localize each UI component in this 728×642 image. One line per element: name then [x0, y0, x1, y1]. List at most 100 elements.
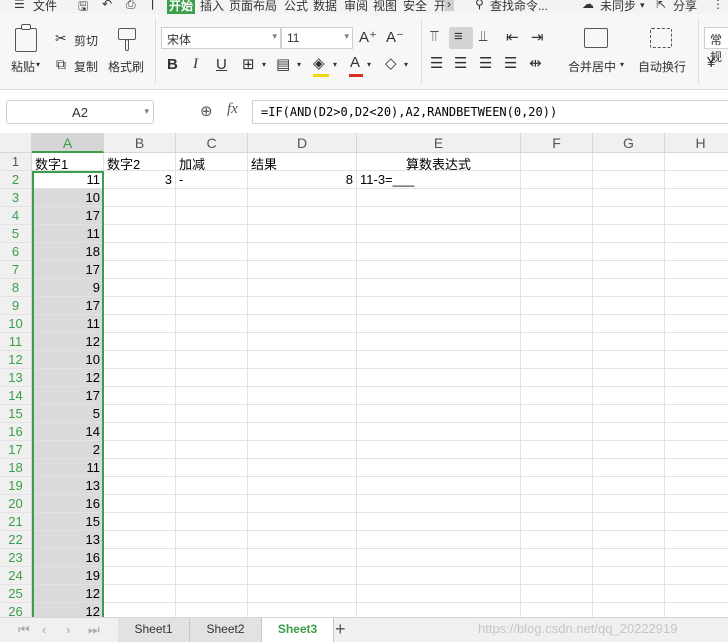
- cell-c10[interactable]: [176, 315, 248, 333]
- row-header[interactable]: 14: [0, 387, 32, 405]
- cell-f14[interactable]: [521, 387, 593, 405]
- cell-g1[interactable]: [593, 153, 665, 171]
- align-left-icon[interactable]: ☰: [430, 54, 443, 72]
- cell-f1[interactable]: [521, 153, 593, 171]
- print-icon[interactable]: ⎙: [126, 0, 136, 12]
- menu-formulas[interactable]: 公式: [284, 0, 308, 14]
- wrap-text-icon[interactable]: [650, 28, 672, 48]
- cell-h8[interactable]: [665, 279, 728, 297]
- align-right-icon[interactable]: ☰: [479, 54, 492, 72]
- cell-f7[interactable]: [521, 261, 593, 279]
- cell-d19[interactable]: [248, 477, 357, 495]
- increase-font-size-icon[interactable]: A⁺: [359, 28, 377, 46]
- cell-d5[interactable]: [248, 225, 357, 243]
- cell-h1[interactable]: [665, 153, 728, 171]
- cell-b20[interactable]: [104, 495, 176, 513]
- merge-dropdown-icon[interactable]: ▾: [620, 60, 624, 69]
- cell-g11[interactable]: [593, 333, 665, 351]
- justify-icon[interactable]: ☰: [504, 54, 517, 72]
- row-header[interactable]: 25: [0, 585, 32, 603]
- font-color-dropdown-icon[interactable]: ▾: [367, 60, 371, 69]
- cell-d2[interactable]: 8: [248, 171, 357, 189]
- cell-h25[interactable]: [665, 585, 728, 603]
- tab-sheet3[interactable]: Sheet3: [262, 618, 334, 642]
- cell-a20[interactable]: 16: [32, 495, 104, 513]
- cell-b19[interactable]: [104, 477, 176, 495]
- align-bottom-icon[interactable]: ⫫: [479, 28, 487, 45]
- share-button[interactable]: 分享: [673, 0, 697, 14]
- cell-d12[interactable]: [248, 351, 357, 369]
- underline-button[interactable]: U: [216, 56, 227, 73]
- share-icon[interactable]: ⇱: [656, 0, 666, 11]
- cell-f2[interactable]: [521, 171, 593, 189]
- cell-f23[interactable]: [521, 549, 593, 567]
- cell-g20[interactable]: [593, 495, 665, 513]
- cell-b11[interactable]: [104, 333, 176, 351]
- cell-b4[interactable]: [104, 207, 176, 225]
- cell-g15[interactable]: [593, 405, 665, 423]
- cell-g17[interactable]: [593, 441, 665, 459]
- menu-scroll-right-icon[interactable]: ›: [444, 0, 454, 11]
- cell-g2[interactable]: [593, 171, 665, 189]
- cell-h15[interactable]: [665, 405, 728, 423]
- cell-e26[interactable]: [357, 603, 521, 617]
- menu-data[interactable]: 数据: [313, 0, 337, 14]
- cell-c13[interactable]: [176, 369, 248, 387]
- cell-e15[interactable]: [357, 405, 521, 423]
- cell-e7[interactable]: [357, 261, 521, 279]
- cell-a4[interactable]: 17: [32, 207, 104, 225]
- cell-d26[interactable]: [248, 603, 357, 617]
- clear-format-icon[interactable]: ◇: [385, 54, 397, 72]
- fill-color-dropdown-icon[interactable]: ▾: [333, 60, 337, 69]
- cell-e16[interactable]: [357, 423, 521, 441]
- cell-a7[interactable]: 17: [32, 261, 104, 279]
- cell-h6[interactable]: [665, 243, 728, 261]
- cell-c14[interactable]: [176, 387, 248, 405]
- cell-g8[interactable]: [593, 279, 665, 297]
- cell-f8[interactable]: [521, 279, 593, 297]
- cell-c8[interactable]: [176, 279, 248, 297]
- align-center-icon[interactable]: ☰: [454, 54, 467, 72]
- cell-d20[interactable]: [248, 495, 357, 513]
- cell-h12[interactable]: [665, 351, 728, 369]
- cell-f25[interactable]: [521, 585, 593, 603]
- cell-f18[interactable]: [521, 459, 593, 477]
- cell-e8[interactable]: [357, 279, 521, 297]
- hamburger-icon[interactable]: ☰: [14, 0, 25, 11]
- format-painter-button[interactable]: 格式刷: [108, 58, 144, 75]
- cell-b22[interactable]: [104, 531, 176, 549]
- search-command[interactable]: 查找命令...: [490, 0, 548, 14]
- cell-b9[interactable]: [104, 297, 176, 315]
- row-header[interactable]: 20: [0, 495, 32, 513]
- cell-d8[interactable]: [248, 279, 357, 297]
- row-header[interactable]: 7: [0, 261, 32, 279]
- cell-a16[interactable]: 14: [32, 423, 104, 441]
- cell-g25[interactable]: [593, 585, 665, 603]
- cell-c20[interactable]: [176, 495, 248, 513]
- cell-g14[interactable]: [593, 387, 665, 405]
- cell-g22[interactable]: [593, 531, 665, 549]
- cell-e10[interactable]: [357, 315, 521, 333]
- row-header[interactable]: 17: [0, 441, 32, 459]
- italic-button[interactable]: I: [193, 56, 198, 73]
- cell-b16[interactable]: [104, 423, 176, 441]
- cell-c21[interactable]: [176, 513, 248, 531]
- cell-h23[interactable]: [665, 549, 728, 567]
- sync-dropdown-icon[interactable]: ▾: [640, 0, 645, 11]
- cell-a10[interactable]: 11: [32, 315, 104, 333]
- cell-e23[interactable]: [357, 549, 521, 567]
- cell-c16[interactable]: [176, 423, 248, 441]
- cell-e18[interactable]: [357, 459, 521, 477]
- cell-f17[interactable]: [521, 441, 593, 459]
- row-header[interactable]: 8: [0, 279, 32, 297]
- cell-f13[interactable]: [521, 369, 593, 387]
- cell-d21[interactable]: [248, 513, 357, 531]
- cell-d17[interactable]: [248, 441, 357, 459]
- cell-g26[interactable]: [593, 603, 665, 617]
- copy-icon[interactable]: ⧉: [56, 56, 66, 73]
- add-sheet-button[interactable]: +: [335, 619, 346, 640]
- cell-style-icon[interactable]: ▤: [276, 55, 290, 73]
- cell-c15[interactable]: [176, 405, 248, 423]
- cell-h14[interactable]: [665, 387, 728, 405]
- column-header-e[interactable]: E: [357, 133, 521, 153]
